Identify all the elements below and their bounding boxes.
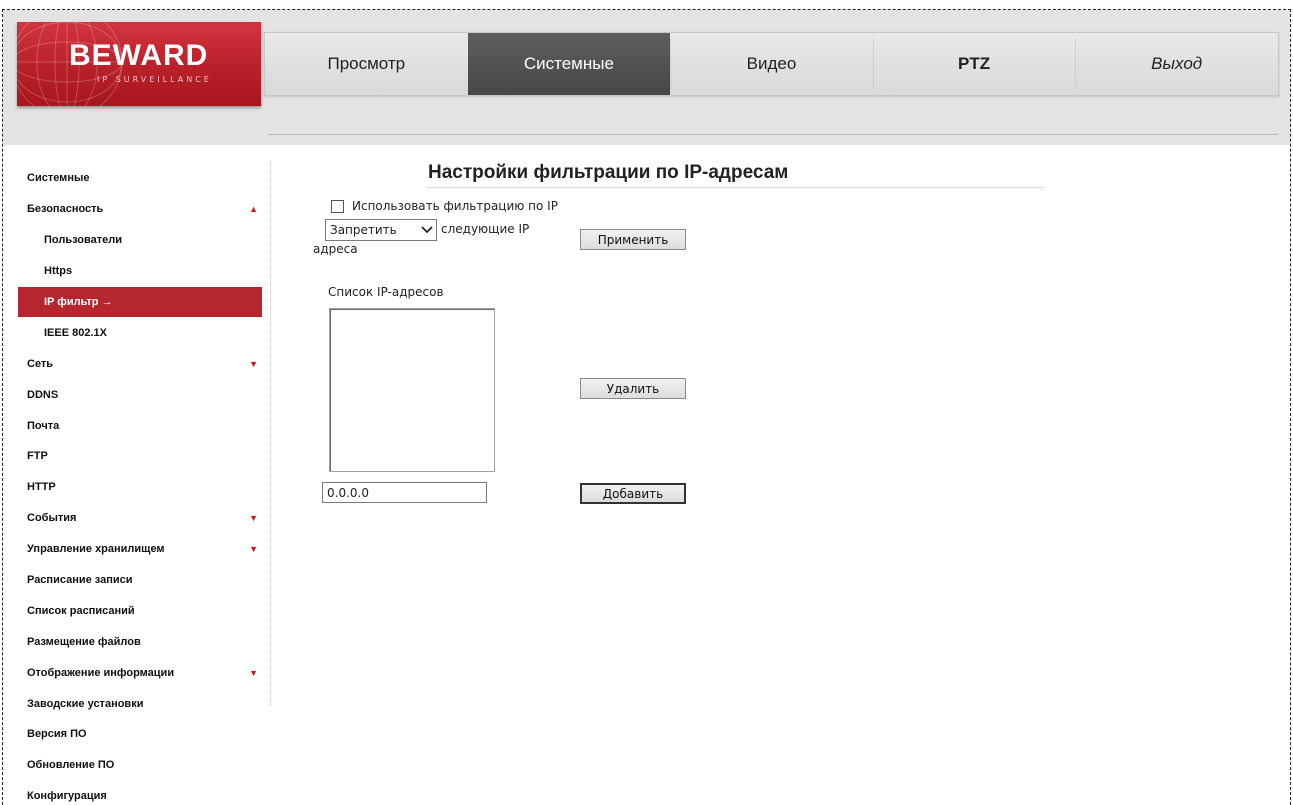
sidebar-item-storage[interactable]: Управление хранилищем ▼ — [18, 534, 262, 565]
sidebar-item-ip-filter[interactable]: IP фильтр → — [18, 286, 262, 318]
sidebar-item-label: Https — [44, 265, 73, 278]
sidebar-item-label: Обновление ПО — [27, 759, 115, 772]
use-filter-row: Использовать фильтрацию по IP — [331, 199, 558, 213]
sidebar-item-label: Безопасность — [27, 203, 104, 216]
sidebar-item-label: События — [27, 512, 77, 525]
sidebar-item-label: Управление хранилищем — [27, 543, 165, 556]
header-divider — [268, 134, 1278, 135]
sidebar-item-label: Пользователи — [44, 234, 123, 247]
sidebar-item-label: FTP — [27, 450, 48, 463]
sidebar-item-label: DDNS — [27, 388, 59, 401]
filter-mode-select[interactable]: Запретить — [325, 219, 437, 241]
expand-arrow-icon: ▼ — [249, 513, 258, 524]
sidebar-item-label: Заводские установки — [27, 697, 144, 710]
delete-button[interactable]: Удалить — [580, 378, 686, 399]
use-filter-checkbox[interactable] — [331, 199, 344, 213]
sidebar-item-mail[interactable]: Почта — [18, 410, 262, 441]
sidebar-item-http[interactable]: HTTP — [18, 472, 262, 503]
sidebar-item-ddns[interactable]: DDNS — [18, 379, 262, 410]
nav-video[interactable]: Видео — [670, 33, 873, 95]
filter-mode-value: Запретить — [330, 223, 397, 237]
sidebar-item-label: IP фильтр → — [44, 296, 113, 308]
add-button[interactable]: Добавить — [580, 483, 686, 504]
addresses-label: адреса — [313, 242, 358, 256]
sidebar-item-label: Список расписаний — [27, 604, 135, 617]
sidebar-item-label: IEEE 802.1X — [44, 326, 107, 339]
sidebar-item-firmware-version[interactable]: Версия ПО — [18, 719, 262, 750]
brand-name: BEWARD — [69, 39, 209, 72]
beward-logo[interactable]: BEWARD IP SURVEILLANCE — [17, 22, 261, 106]
sidebar-item-system[interactable]: Системные — [18, 163, 262, 194]
sidebar-item-ieee8021x[interactable]: IEEE 802.1X — [18, 317, 262, 348]
expand-arrow-icon: ▼ — [249, 667, 258, 678]
sidebar-item-label: Отображение информации — [27, 666, 175, 679]
page-title: Настройки фильтрации по IP-адресам — [428, 162, 789, 183]
expand-arrow-icon: ▼ — [249, 544, 258, 555]
sidebar-item-record-schedule[interactable]: Расписание записи — [18, 565, 262, 596]
sidebar-divider — [270, 160, 271, 705]
sidebar-item-label: Почта — [27, 419, 60, 432]
sidebar-item-label: Размещение файлов — [27, 635, 141, 648]
sidebar: Системные Безопасность ▲ Пользователи Htt… — [18, 163, 262, 805]
sidebar-item-factory-defaults[interactable]: Заводские установки — [18, 688, 262, 719]
nav-logout[interactable]: Выход — [1075, 33, 1278, 95]
sidebar-item-configuration[interactable]: Конфигурация — [18, 781, 262, 805]
ip-address-input[interactable]: 0.0.0.0 — [322, 482, 487, 503]
following-ip-label: следующие IP — [441, 222, 530, 236]
sidebar-item-info-display[interactable]: Отображение информации ▼ — [18, 657, 262, 688]
top-nav: Просмотр Системные Видео PTZ Выход — [264, 32, 1279, 96]
ip-address-list[interactable] — [329, 308, 495, 472]
sidebar-item-events[interactable]: События ▼ — [18, 503, 262, 534]
nav-system[interactable]: Системные — [467, 33, 671, 95]
title-underline — [428, 187, 1043, 188]
collapse-arrow-icon: ▲ — [249, 204, 258, 215]
sidebar-item-label: Расписание записи — [27, 574, 133, 587]
sidebar-item-users[interactable]: Пользователи — [18, 225, 262, 256]
nav-view[interactable]: Просмотр — [265, 33, 468, 95]
use-filter-label: Использовать фильтрацию по IP — [352, 199, 558, 213]
sidebar-item-file-location[interactable]: Размещение файлов — [18, 626, 262, 657]
apply-button[interactable]: Применить — [580, 229, 686, 250]
sidebar-item-label: HTTP — [27, 481, 56, 494]
chevron-down-icon — [418, 224, 436, 237]
sidebar-item-label: Конфигурация — [27, 790, 107, 803]
sidebar-item-security[interactable]: Безопасность ▲ — [18, 194, 262, 225]
sidebar-item-network[interactable]: Сеть ▼ — [18, 348, 262, 379]
ip-list-label: Список IP-адресов — [328, 285, 444, 299]
sidebar-item-label: Системные — [27, 172, 90, 185]
sidebar-item-https[interactable]: Https — [18, 256, 262, 287]
sidebar-item-schedule-list[interactable]: Список расписаний — [18, 595, 262, 626]
nav-ptz[interactable]: PTZ — [872, 33, 1076, 95]
sidebar-item-ftp[interactable]: FTP — [18, 441, 262, 472]
brand-tagline: IP SURVEILLANCE — [97, 75, 212, 84]
sidebar-item-firmware-update[interactable]: Обновление ПО — [18, 750, 262, 781]
expand-arrow-icon: ▼ — [249, 358, 258, 369]
sidebar-item-label: Сеть — [27, 357, 54, 370]
sidebar-item-label: Версия ПО — [27, 728, 87, 741]
